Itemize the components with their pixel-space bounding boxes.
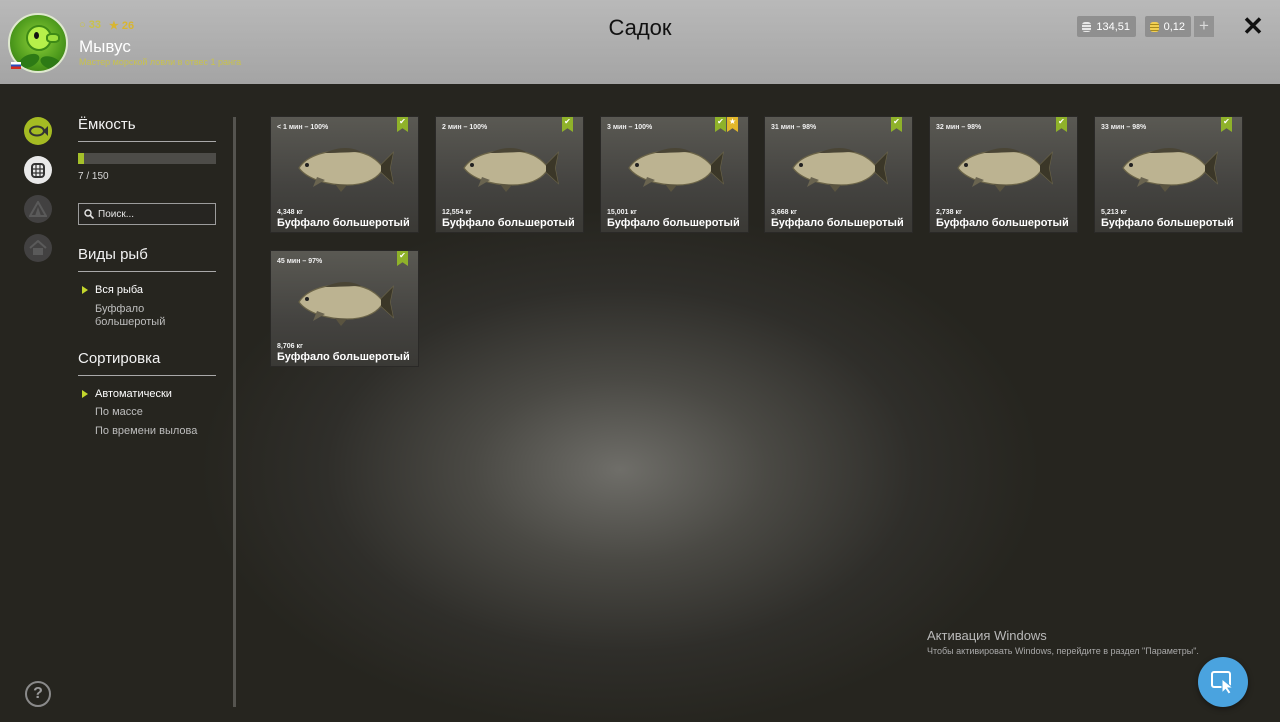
add-currency-button[interactable]: + (1194, 16, 1214, 37)
silver-coin-icon (1082, 21, 1092, 32)
fish-weight: 5,213 кг (1101, 209, 1127, 216)
check-bookmark-icon: ✔ (397, 117, 408, 132)
fish-card[interactable]: < 1 мин – 100% 4,348 кг Буффало большероты… (270, 116, 419, 233)
fish-weight: 2,738 кг (936, 209, 962, 216)
flag-icon (11, 62, 21, 69)
species-option-all[interactable]: Вся рыба (95, 284, 143, 297)
gold-coin-icon (1150, 21, 1159, 32)
fish-icon[interactable] (24, 117, 52, 145)
species-title: Виды рыб (78, 246, 148, 263)
divider (78, 141, 216, 142)
search-field[interactable] (78, 203, 216, 225)
sort-title: Сортировка (78, 350, 161, 367)
bigmouth-buffalo-image (628, 148, 724, 192)
check-bookmark-icon: ✔ (715, 117, 726, 132)
cursor-window-icon (1211, 671, 1235, 695)
capacity-count: 7 / 150 (78, 171, 109, 182)
divider (78, 375, 216, 376)
bigmouth-buffalo-image (298, 148, 394, 192)
help-button[interactable]: ? (25, 681, 51, 707)
sort-option-weight[interactable]: По массе (95, 406, 143, 419)
fish-card[interactable]: 31 мин – 98% 3,668 кг Буффало большеротый ✔ (764, 116, 913, 233)
panel-scrollbar[interactable] (233, 117, 236, 707)
fish-card[interactable]: 33 мин – 98% 5,213 кг Буффало большеротый ✔ (1094, 116, 1243, 233)
header-bar: ○ 33 ★ 26 Мывус Мастер морской ловли в о… (0, 0, 1280, 84)
fish-weight: 3,668 кг (771, 209, 797, 216)
gold-amount: 0,12 (1163, 20, 1185, 33)
bigmouth-buffalo-image (792, 148, 888, 192)
fish-weight: 12,554 кг (442, 209, 472, 216)
trophy-star-icon: ★ (727, 117, 738, 132)
check-bookmark-icon: ✔ (562, 117, 573, 132)
selected-arrow-icon (82, 390, 88, 398)
search-icon (84, 209, 94, 219)
bigmouth-buffalo-image (1122, 148, 1218, 192)
divider (78, 271, 216, 272)
windows-activation-title: Активация Windows (927, 628, 1047, 643)
bigmouth-buffalo-image (957, 148, 1053, 192)
gold-balance[interactable]: 0,12 (1145, 16, 1191, 37)
catch-time-quality: 45 мин – 97% (277, 258, 323, 265)
fish-weight: 15,001 кг (607, 209, 637, 216)
catch-time-quality: 3 мин – 100% (607, 124, 653, 131)
fish-card[interactable]: 32 мин – 98% 2,738 кг Буффало большеротый ✔ (929, 116, 1078, 233)
fish-name: Буффало большеротый (277, 217, 410, 229)
sort-option-auto[interactable]: Автоматически (95, 388, 172, 401)
bigmouth-buffalo-image (463, 148, 559, 192)
silver-balance[interactable]: 134,51 (1077, 16, 1136, 37)
catch-time-quality: 31 мин – 98% (771, 124, 817, 131)
fish-name: Буффало большеротый (936, 217, 1069, 229)
fish-name: Буффало большеротый (1101, 217, 1234, 229)
catch-time-quality: < 1 мин – 100% (277, 124, 329, 131)
fish-name: Буффало большеротый (607, 217, 740, 229)
catch-time-quality: 33 мин – 98% (1101, 124, 1147, 131)
fish-name: Буффало большеротый (771, 217, 904, 229)
keepnet-icon[interactable] (24, 156, 52, 184)
catch-time-quality: 32 мин – 98% (936, 124, 982, 131)
check-bookmark-icon: ✔ (1221, 117, 1232, 132)
check-bookmark-icon: ✔ (1056, 117, 1067, 132)
fish-weight: 4,348 кг (277, 209, 303, 216)
tent-icon[interactable] (24, 195, 52, 223)
fish-card[interactable]: 45 мин – 97% 8,706 кг Буффало большеротый ✔ (270, 250, 419, 367)
fish-weight: 8,706 кг (277, 343, 303, 350)
fish-card[interactable]: 2 мин – 100% 12,554 кг Буффало большеротый… (435, 116, 584, 233)
check-bookmark-icon: ✔ (891, 117, 902, 132)
capacity-progress-bar (78, 153, 216, 164)
player-title: Мастер морской ловли в отвес 1 ранга (79, 57, 242, 67)
silver-amount: 134,51 (1096, 20, 1130, 33)
fish-name: Буффало большеротый (277, 351, 410, 363)
feedback-button[interactable] (1198, 657, 1248, 707)
sort-option-time[interactable]: По времени вылова (95, 425, 197, 438)
fish-name: Буффало большеротый (442, 217, 575, 229)
capacity-progress-fill (78, 153, 85, 164)
search-input[interactable] (98, 208, 208, 220)
capacity-title: Ёмкость (78, 116, 136, 133)
close-button[interactable]: ✕ (1241, 13, 1265, 39)
selected-arrow-icon (82, 286, 88, 294)
bigmouth-buffalo-image (298, 282, 394, 326)
species-option-buffalo[interactable]: Буффало большеротый (95, 303, 185, 329)
windows-activation-subtitle: Чтобы активировать Windows, перейдите в … (927, 646, 1199, 656)
fish-card[interactable]: 3 мин – 100% 15,001 кг Буффало большеротый… (600, 116, 749, 233)
check-bookmark-icon: ✔ (397, 251, 408, 266)
catch-time-quality: 2 мин – 100% (442, 124, 488, 131)
home-icon[interactable] (24, 234, 52, 262)
